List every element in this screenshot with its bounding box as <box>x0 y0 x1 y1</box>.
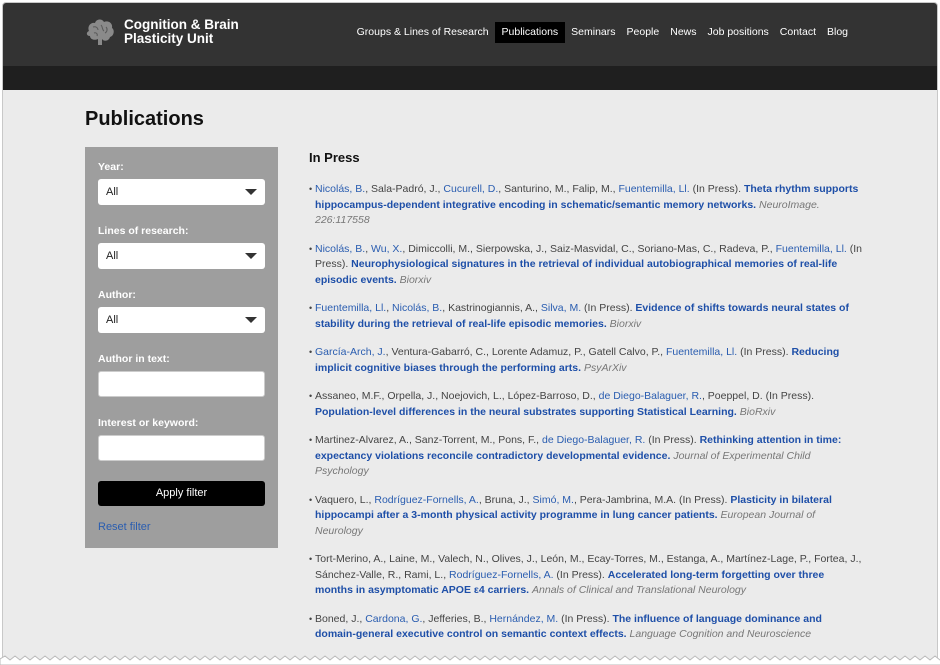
publication-item: Nicolás, B., Wu, X., Dimiccolli, M., Sie… <box>309 242 865 289</box>
keyword-input[interactable] <box>98 435 265 461</box>
publication-item: Tort-Merino, A., Laine, M., Valech, N., … <box>309 552 865 599</box>
site-logo[interactable]: Cognition & Brain Plasticity Unit <box>83 17 239 47</box>
publication-item: Boned, J., Cardona, G., Jefferies, B., H… <box>309 612 865 643</box>
lines-of-research-select[interactable]: All <box>98 243 265 269</box>
publication-item: Nicolás, B., Sala-Padró, J., Cucurell, D… <box>309 182 865 229</box>
author-text: , Pera-Jambrina, M.A. (In Press). <box>573 493 731 506</box>
author-link[interactable]: de Diego-Balaguer, R. <box>542 434 645 446</box>
section-title: In Press <box>309 150 360 165</box>
nav-item-seminars[interactable]: Seminars <box>566 22 620 43</box>
chevron-down-icon <box>245 317 257 323</box>
author-link[interactable]: Wu, X. <box>371 243 402 255</box>
lines-label: Lines of research: <box>98 225 189 237</box>
author-text: , Poeppel, D. (In Press). <box>701 390 814 402</box>
author-text: (In Press). <box>581 302 636 314</box>
reset-filter-link[interactable]: Reset filter <box>98 521 265 533</box>
chevron-down-icon <box>245 253 257 259</box>
publication-title-link[interactable]: Population-level differences in the neur… <box>315 406 737 418</box>
nav-item-people[interactable]: People <box>622 22 665 43</box>
nav-item-blog[interactable]: Blog <box>822 22 853 43</box>
journal-name: Language Cognition and Neuroscience <box>629 628 812 640</box>
nav-item-job-positions[interactable]: Job positions <box>703 22 774 43</box>
keyword-label: Interest or keyword: <box>98 417 199 429</box>
author-link[interactable]: Fuentemilla, Ll. <box>315 302 386 314</box>
nav-item-groups-lines-of-research[interactable]: Groups & Lines of Research <box>352 22 494 43</box>
author-text: , Bruna, J., <box>478 493 533 506</box>
author-select[interactable]: All <box>98 307 265 333</box>
author-link[interactable]: García-Arch, J. <box>315 346 386 358</box>
journal-name: Annals of Clinical and Translational Neu… <box>532 584 747 596</box>
publication-item: Vaquero, L., Rodríguez-Fornells, A., Bru… <box>309 493 865 540</box>
author-text: (In Press). <box>645 434 700 446</box>
author-select-value: All <box>106 314 119 326</box>
year-label: Year: <box>98 161 124 173</box>
author-link[interactable]: Cardona, G. <box>365 613 422 625</box>
browser-frame: Cognition & Brain Plasticity Unit Groups… <box>2 2 938 660</box>
main-nav: Groups & Lines of Research Publications Se… <box>351 22 853 43</box>
author-label: Author: <box>98 289 136 301</box>
publication-title-link[interactable]: Neurophysiological signatures in the ret… <box>315 258 837 286</box>
author-text: (In Press). <box>553 568 608 581</box>
publications-list: In Press Nicolás, B., Sala-Padró, J., Cu… <box>309 150 865 656</box>
filter-sidebar: Year: All Lines of research: All Author:… <box>85 147 278 548</box>
author-text-input[interactable] <box>98 371 265 397</box>
nav-item-publications[interactable]: Publications <box>494 22 566 43</box>
author-text: , Sala-Padró, J., <box>365 183 444 195</box>
author-link[interactable]: Cucurell, D. <box>443 183 498 195</box>
author-text-label: Author in text: <box>98 353 170 365</box>
author-link[interactable]: Fuentemilla, Ll. <box>776 243 847 255</box>
author-text: , Dimiccolli, M., Sierpowska, J., Saiz-M… <box>402 242 776 255</box>
site-title-line2: Plasticity Unit <box>124 31 214 46</box>
author-link[interactable]: Rodríguez-Fornells, A. <box>374 494 478 506</box>
journal-name: BioRxiv <box>739 405 776 418</box>
year-select[interactable]: All <box>98 179 265 205</box>
torn-edge <box>0 655 940 665</box>
site-header: Cognition & Brain Plasticity Unit Groups… <box>3 3 937 66</box>
author-link[interactable]: Nicolás, B. <box>315 243 365 255</box>
journal-name: Biorxiv <box>399 273 432 286</box>
author-text: , Santurino, M., Falip, M., <box>498 183 619 195</box>
author-link[interactable]: Nicolás, B. <box>392 302 442 314</box>
nav-item-contact[interactable]: Contact <box>775 22 821 43</box>
author-text: , Jefferies, B., <box>422 612 490 625</box>
brain-logo-icon <box>86 19 114 45</box>
author-link[interactable]: Fuentemilla, Ll. <box>666 346 737 358</box>
author-link[interactable]: Nicolás, B. <box>315 183 365 195</box>
year-select-value: All <box>106 186 119 198</box>
publication-item: Fuentemilla, Ll., Nicolás, B., Kastrinog… <box>309 301 865 332</box>
apply-filter-button[interactable]: Apply filter <box>98 481 265 506</box>
author-link[interactable]: Rodríguez-Fornells, A. <box>449 569 553 581</box>
author-link[interactable]: Hernández, M. <box>489 613 558 625</box>
publication-entries: Nicolás, B., Sala-Padró, J., Cucurell, D… <box>309 182 865 643</box>
author-text: (In Press). <box>689 183 744 195</box>
site-title: Cognition & Brain Plasticity Unit <box>124 18 239 46</box>
author-link[interactable]: Fuentemilla, Ll. <box>618 183 689 195</box>
author-text: Assaneo, M.F., Orpella, J., Noejovich, L… <box>315 390 599 402</box>
author-link[interactable]: Simó, M. <box>533 494 574 506</box>
publication-item: Martinez-Alvarez, A., Sanz-Torrent, M., … <box>309 433 865 480</box>
author-link[interactable]: Silva, M. <box>541 302 581 314</box>
author-link[interactable]: de Diego-Balaguer, R. <box>599 390 702 402</box>
chevron-down-icon <box>245 189 257 195</box>
page-title: Publications <box>85 108 204 130</box>
site-title-line1: Cognition & Brain <box>124 17 239 32</box>
author-text: (In Press). <box>558 612 613 625</box>
author-text: Vaquero, L., <box>315 493 375 506</box>
author-text: Martinez-Alvarez, A., Sanz-Torrent, M., … <box>315 434 542 446</box>
author-text: , Ventura-Gabarró, C., Lorente Adamuz, P… <box>385 346 666 358</box>
header-subbar <box>3 66 937 90</box>
author-text: (In Press). <box>737 346 792 358</box>
nav-item-news[interactable]: News <box>665 22 701 43</box>
journal-name: Biorxiv <box>609 317 642 330</box>
publication-item: García-Arch, J., Ventura-Gabarró, C., Lo… <box>309 345 865 376</box>
lines-select-value: All <box>106 250 119 262</box>
publication-item: Assaneo, M.F., Orpella, J., Noejovich, L… <box>309 389 865 420</box>
author-text: , Kastrinogiannis, A., <box>442 302 541 314</box>
journal-name: PsyArXiv <box>583 361 627 374</box>
author-text: Boned, J., <box>315 612 366 625</box>
